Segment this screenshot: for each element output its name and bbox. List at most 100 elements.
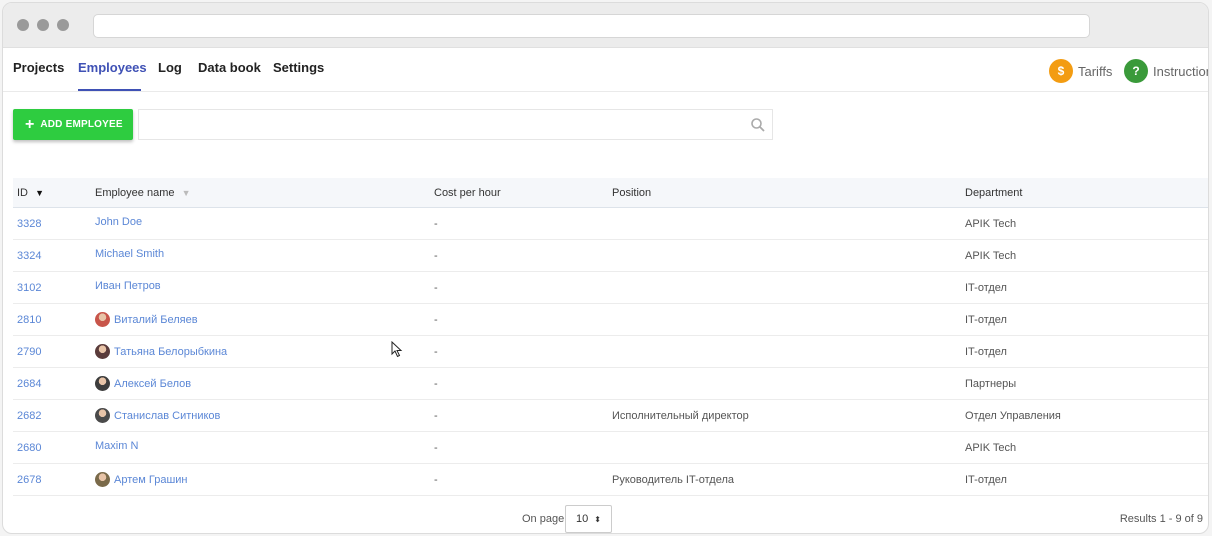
col-header-cost[interactable]: Cost per hour	[434, 187, 501, 199]
employee-id[interactable]: 3102	[17, 282, 41, 294]
cost-per-hour: -	[434, 474, 438, 486]
employee-name-cell[interactable]: Виталий Беляев	[95, 312, 198, 327]
avatar	[95, 376, 110, 391]
department: APIK Tech	[965, 250, 1017, 262]
help-icon: ?	[1124, 59, 1148, 83]
employee-id[interactable]: 2790	[17, 346, 41, 358]
employee-id[interactable]: 3324	[17, 250, 41, 262]
employee-name-cell[interactable]: Алексей Белов	[95, 376, 191, 391]
table-row[interactable]: 2678 Артем Грашин - Руководитель IT-отдела I…	[13, 464, 1208, 496]
employee-name[interactable]: Иван Петров	[95, 280, 161, 292]
col-header-id[interactable]: ID ▼	[17, 187, 44, 199]
tab-data-book[interactable]: Data book	[198, 60, 261, 75]
table-row[interactable]: 3102 Иван Петров - IT-отдел	[13, 272, 1208, 304]
page-size-value: 10	[576, 513, 589, 525]
employee-name[interactable]: Maxim N	[95, 440, 138, 452]
dollar-icon: $	[1049, 59, 1073, 83]
employee-name[interactable]: Татьяна Белорыбкина	[114, 346, 227, 358]
employee-name-cell[interactable]: Станислав Ситников	[95, 408, 220, 423]
employee-id[interactable]: 2682	[17, 410, 41, 422]
department: APIK Tech	[965, 442, 1017, 454]
department: IT-отдел	[965, 474, 1007, 486]
cost-per-hour: -	[434, 346, 438, 358]
employee-name-cell[interactable]: Иван Петров	[95, 280, 161, 292]
top-nav: Projects Employees Log Data book Setting…	[3, 48, 1208, 92]
avatar	[95, 408, 110, 423]
col-header-department[interactable]: Department	[965, 187, 1022, 199]
plus-icon: +	[25, 115, 35, 133]
tariffs-label: Tariffs	[1078, 63, 1113, 79]
avatar	[95, 472, 110, 487]
employee-id[interactable]: 2680	[17, 442, 41, 454]
employee-id[interactable]: 2684	[17, 378, 41, 390]
col-header-position[interactable]: Position	[612, 187, 651, 199]
browser-titlebar	[3, 3, 1208, 48]
table-row[interactable]: 2790 Татьяна Белорыбкина - IT-отдел	[13, 336, 1208, 368]
employee-name[interactable]: Michael Smith	[95, 248, 164, 260]
table-row[interactable]: 2680 Maxim N - APIK Tech	[13, 432, 1208, 464]
avatar	[95, 312, 110, 327]
table-row[interactable]: 2684 Алексей Белов - Партнеры	[13, 368, 1208, 400]
cost-per-hour: -	[434, 314, 438, 326]
col-header-name[interactable]: Employee name ▼	[95, 187, 190, 199]
table-row[interactable]: 3328 John Doe - APIK Tech	[13, 208, 1208, 240]
employee-id[interactable]: 3328	[17, 218, 41, 230]
employee-name-cell[interactable]: Артем Грашин	[95, 472, 187, 487]
employee-name-cell[interactable]: Maxim N	[95, 440, 138, 452]
instruction-label: Instruction	[1153, 63, 1209, 79]
table-header: ID ▼ Employee name ▼ Cost per hour Posit…	[13, 178, 1208, 208]
table-row[interactable]: 2682 Станислав Ситников - Исполнительный ди…	[13, 400, 1208, 432]
mouse-cursor-icon	[391, 341, 403, 358]
tariffs-button[interactable]: $ Tariffs	[1049, 59, 1112, 83]
cost-per-hour: -	[434, 378, 438, 390]
sort-icon: ▼	[181, 188, 191, 198]
tab-log[interactable]: Log	[158, 60, 182, 75]
employee-name[interactable]: John Doe	[95, 216, 142, 228]
search-icon[interactable]	[750, 117, 766, 133]
add-employee-button[interactable]: + ADD EMPLOYEE	[13, 109, 133, 140]
department: IT-отдел	[965, 346, 1007, 358]
browser-window: Projects Employees Log Data book Setting…	[2, 2, 1209, 534]
employee-name-cell[interactable]: Michael Smith	[95, 248, 164, 260]
tab-employees[interactable]: Employees	[78, 60, 147, 75]
cost-per-hour: -	[434, 218, 438, 230]
department: Отдел Управления	[965, 410, 1061, 422]
cost-per-hour: -	[434, 442, 438, 454]
add-employee-label: ADD EMPLOYEE	[40, 119, 123, 130]
department: IT-отдел	[965, 282, 1007, 294]
employee-id[interactable]: 2678	[17, 474, 41, 486]
employee-name-cell[interactable]: Татьяна Белорыбкина	[95, 344, 227, 359]
department: IT-отдел	[965, 314, 1007, 326]
tab-settings[interactable]: Settings	[273, 60, 324, 75]
department: Партнеры	[965, 378, 1017, 390]
employee-name[interactable]: Станислав Ситников	[114, 410, 220, 422]
cost-per-hour: -	[434, 282, 438, 294]
address-bar[interactable]	[93, 14, 1090, 38]
search-input[interactable]	[138, 109, 773, 140]
on-page-label: On page	[522, 513, 565, 525]
tab-projects[interactable]: Projects	[13, 60, 64, 75]
active-tab-indicator	[78, 89, 141, 91]
position: Руководитель IT-отдела	[612, 474, 735, 486]
employee-name[interactable]: Артем Грашин	[114, 474, 187, 486]
employee-id[interactable]: 2810	[17, 314, 41, 326]
position: Исполнительный директор	[612, 410, 749, 422]
instruction-button[interactable]: ? Instruction	[1124, 59, 1209, 83]
window-maximize-dot[interactable]	[57, 19, 69, 31]
sort-desc-icon: ▼	[35, 188, 44, 198]
employee-name[interactable]: Алексей Белов	[114, 378, 191, 390]
avatar	[95, 344, 110, 359]
cost-per-hour: -	[434, 410, 438, 422]
col-id-label: ID	[17, 187, 28, 199]
updown-icon: ⬍	[594, 514, 601, 524]
table-row[interactable]: 3324 Michael Smith - APIK Tech	[13, 240, 1208, 272]
results-count: Results 1 - 9 of 9	[1119, 513, 1203, 525]
department: APIK Tech	[965, 218, 1017, 230]
page-size-select[interactable]: 10 ⬍	[565, 505, 612, 533]
table-row[interactable]: 2810 Виталий Беляев - IT-отдел	[13, 304, 1208, 336]
employee-name-cell[interactable]: John Doe	[95, 216, 142, 228]
window-close-dot[interactable]	[17, 19, 29, 31]
employee-name[interactable]: Виталий Беляев	[114, 314, 198, 326]
cost-per-hour: -	[434, 250, 438, 262]
window-minimize-dot[interactable]	[37, 19, 49, 31]
